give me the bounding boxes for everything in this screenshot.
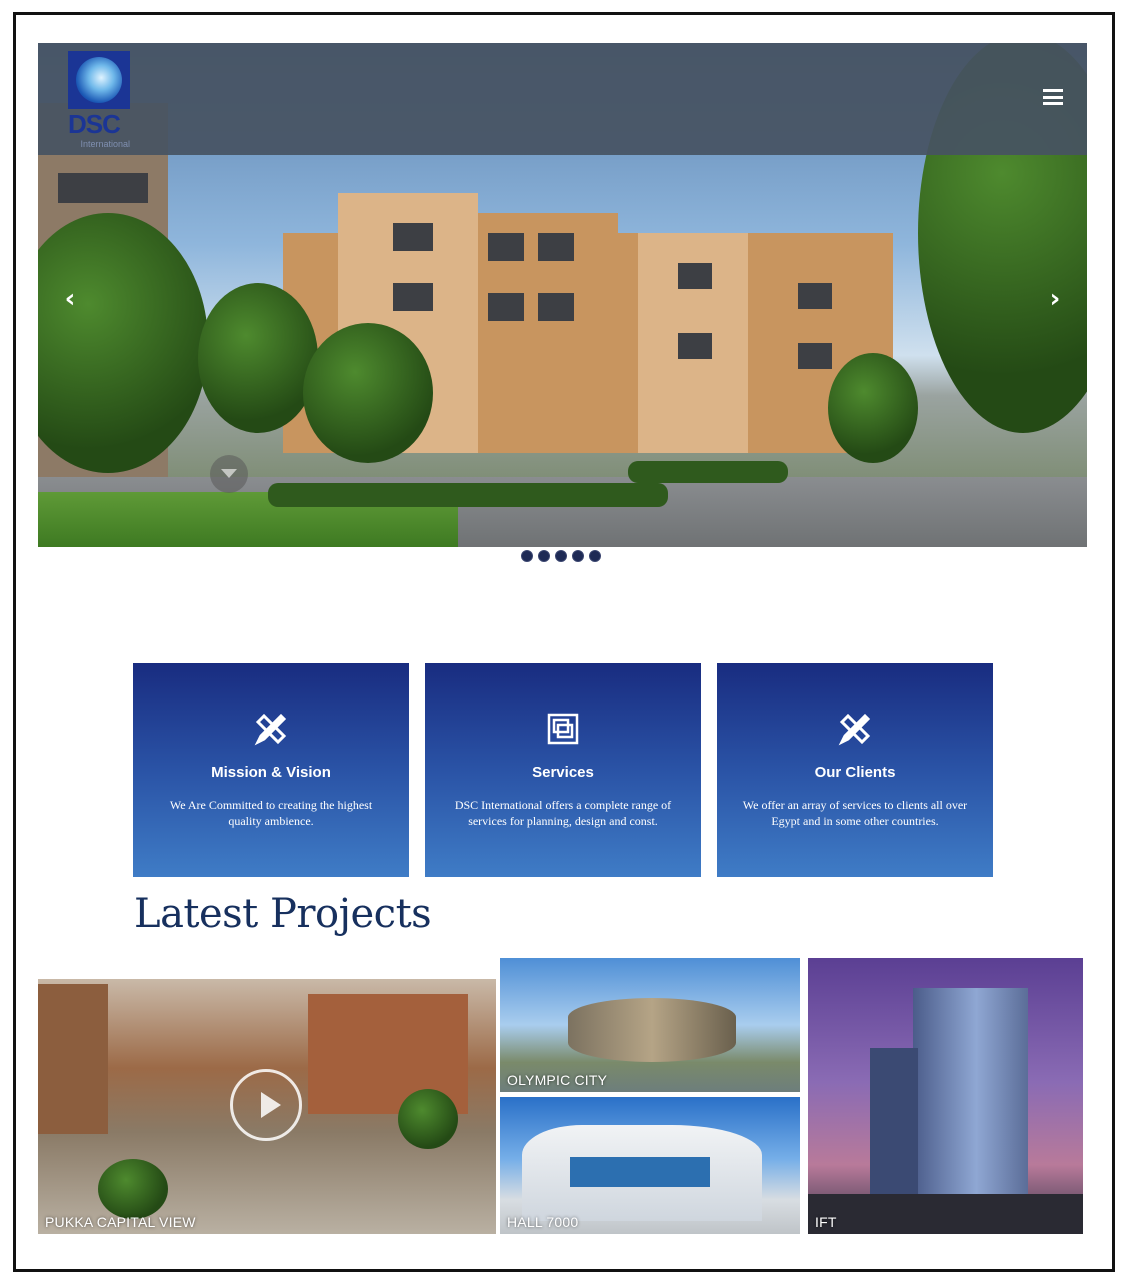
arena-shape xyxy=(568,998,736,1062)
card-services[interactable]: Services DSC International offers a comp… xyxy=(425,663,701,877)
building-window xyxy=(488,233,524,261)
chevron-right-icon[interactable]: › xyxy=(1045,286,1065,312)
layers-icon xyxy=(547,713,579,745)
card-text: We offer an array of services to clients… xyxy=(742,798,968,828)
tree xyxy=(38,213,208,473)
building-window xyxy=(678,263,712,289)
project-tile-olympic-city[interactable]: OLYMPIC CITY xyxy=(500,958,800,1092)
project-label: HALL 7000 xyxy=(507,1214,579,1230)
hamburger-menu-icon[interactable] xyxy=(1043,89,1063,105)
play-icon[interactable] xyxy=(230,1069,302,1141)
building-window xyxy=(538,233,574,261)
card-our-clients[interactable]: Our Clients We offer an array of service… xyxy=(717,663,993,877)
project-label: IFT xyxy=(815,1214,837,1230)
building-window xyxy=(798,283,832,309)
tree xyxy=(303,323,433,463)
project-tile-hall-7000[interactable]: HALL 7000 xyxy=(500,1097,800,1234)
slider-pagination xyxy=(521,550,601,562)
section-title-latest-projects: Latest Projects xyxy=(134,891,432,937)
hedge xyxy=(268,483,668,507)
card-title: Services xyxy=(532,764,594,781)
building-window xyxy=(538,293,574,321)
card-title: Mission & Vision xyxy=(211,764,331,781)
tree xyxy=(828,353,918,463)
slider-dot[interactable] xyxy=(521,550,533,562)
slider-dot[interactable] xyxy=(572,550,584,562)
card-mission-vision[interactable]: Mission & Vision We Are Committed to cre… xyxy=(133,663,409,877)
chevron-left-icon[interactable]: ‹ xyxy=(60,286,80,312)
tree xyxy=(198,283,318,433)
project-label: OLYMPIC CITY xyxy=(507,1072,608,1088)
logo-subtext: International xyxy=(80,139,130,149)
building-window xyxy=(678,333,712,359)
card-text: DSC International offers a complete rang… xyxy=(454,798,672,828)
tree xyxy=(398,1089,458,1149)
tower-shape xyxy=(870,1048,918,1203)
card-text: We Are Committed to creating the highest… xyxy=(169,798,373,828)
building-window xyxy=(393,223,433,251)
card-title: Our Clients xyxy=(814,764,896,781)
building-window xyxy=(488,293,524,321)
pencil-ruler-icon xyxy=(838,713,871,746)
chevron-down-icon[interactable] xyxy=(210,455,248,493)
pencil-ruler-icon xyxy=(254,713,287,746)
street xyxy=(808,1194,1083,1234)
hero-slider: DSC International ‹ › xyxy=(38,43,1087,547)
slider-dot[interactable] xyxy=(538,550,550,562)
logo-text: DSC xyxy=(68,109,121,139)
site-logo[interactable]: DSC International xyxy=(68,51,130,149)
project-label: PUKKA CAPITAL VIEW xyxy=(45,1214,196,1230)
project-tile-pukka-capital-view[interactable]: PUKKA CAPITAL VIEW xyxy=(38,979,496,1234)
building-window xyxy=(798,343,832,369)
tower-shape xyxy=(913,988,1028,1203)
building-window xyxy=(393,283,433,311)
tree xyxy=(98,1159,168,1219)
project-building xyxy=(38,984,108,1134)
slider-dot[interactable] xyxy=(589,550,601,562)
site-header: DSC International xyxy=(38,43,1087,155)
hall-glass xyxy=(570,1157,710,1187)
hedge xyxy=(628,461,788,483)
logo-globe-icon xyxy=(68,51,130,109)
project-tile-ift[interactable]: IFT xyxy=(808,958,1083,1234)
building-window xyxy=(58,173,148,203)
slider-dot[interactable] xyxy=(555,550,567,562)
